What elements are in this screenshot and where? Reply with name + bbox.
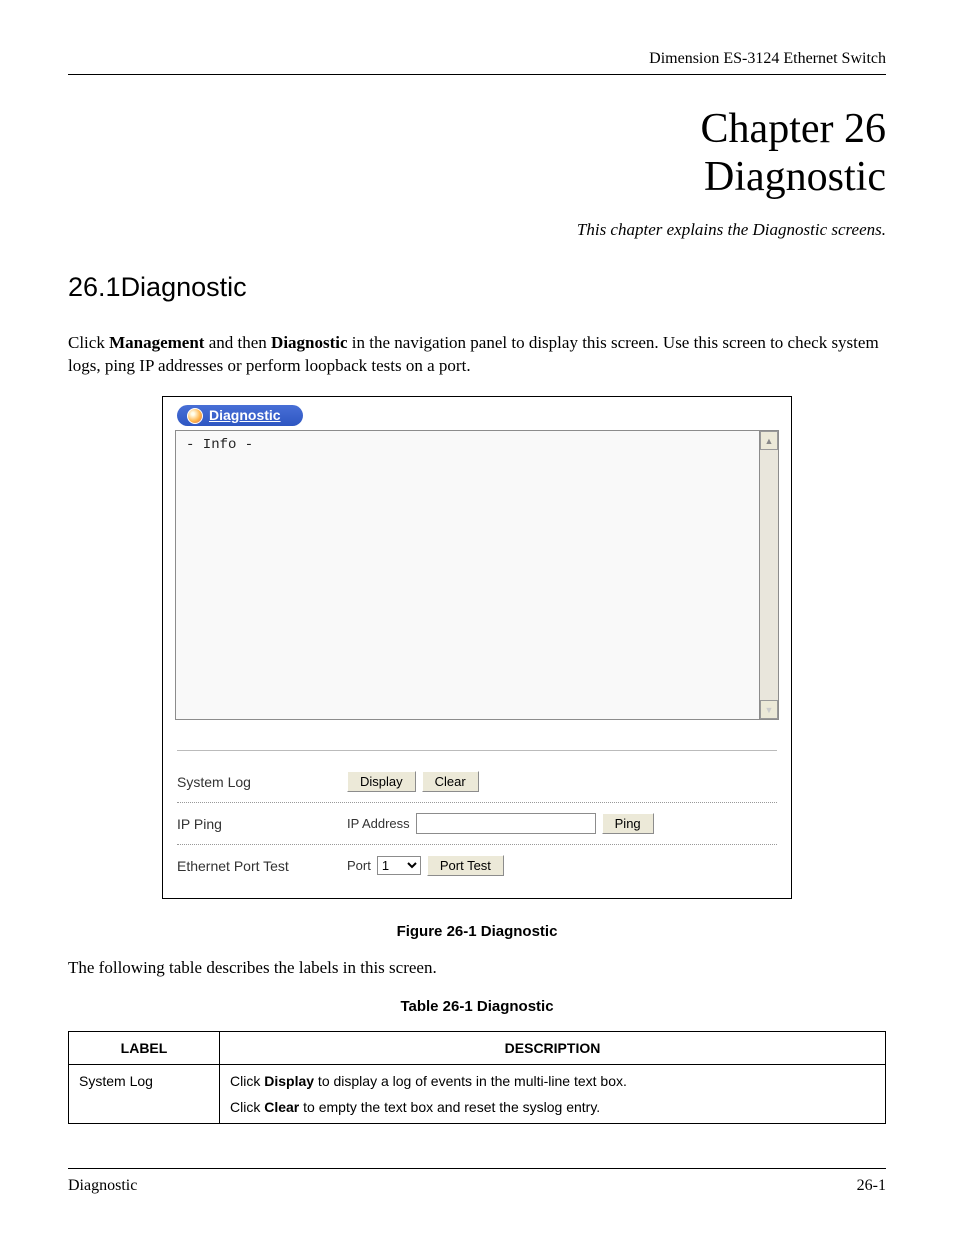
- label-system-log: System Log: [177, 774, 347, 790]
- diagnostic-screenshot: Diagnostic - Info - ▲ ▼ System Log Displ…: [162, 396, 792, 899]
- row-system-log: System Log Display Clear: [177, 761, 777, 803]
- footer-left: Diagnostic: [68, 1177, 137, 1195]
- panel-separator: [177, 750, 777, 751]
- tab-diagnostic[interactable]: Diagnostic: [177, 405, 303, 426]
- ping-button[interactable]: Ping: [602, 813, 654, 834]
- row-port-test: Ethernet Port Test Port 1 Port Test: [177, 845, 777, 886]
- cell-description: Click Display to display a log of events…: [220, 1065, 886, 1124]
- chapter-title: Chapter 26 Diagnostic: [68, 105, 886, 202]
- table-row: System Log Click Display to display a lo…: [69, 1065, 886, 1124]
- display-button[interactable]: Display: [347, 771, 416, 792]
- clear-button[interactable]: Clear: [422, 771, 479, 792]
- table-header-row: LABEL DESCRIPTION: [69, 1032, 886, 1065]
- tab-indicator-icon: [187, 408, 203, 424]
- port-label: Port: [347, 858, 371, 873]
- th-description: DESCRIPTION: [220, 1032, 886, 1065]
- chapter-name: Diagnostic: [704, 154, 886, 200]
- port-select[interactable]: 1: [377, 856, 421, 875]
- label-ip-ping: IP Ping: [177, 816, 347, 832]
- row-ip-ping: IP Ping IP Address Ping: [177, 803, 777, 845]
- running-header: Dimension ES-3124 Ethernet Switch: [68, 50, 886, 75]
- ip-address-label: IP Address: [347, 816, 410, 831]
- figure-caption: Figure 26-1 Diagnostic: [68, 923, 886, 940]
- chapter-intro: This chapter explains the Diagnostic scr…: [68, 220, 886, 240]
- chapter-number: Chapter 26: [701, 106, 886, 152]
- scroll-down-icon[interactable]: ▼: [760, 700, 778, 719]
- ip-address-input[interactable]: [416, 813, 596, 834]
- footer-right: 26-1: [857, 1177, 886, 1195]
- info-text: - Info -: [186, 437, 253, 453]
- tab-bar: Diagnostic: [163, 397, 791, 426]
- description-table: LABEL DESCRIPTION System Log Click Displ…: [68, 1031, 886, 1124]
- scrollbar[interactable]: ▲ ▼: [759, 430, 779, 720]
- table-intro-paragraph: The following table describes the labels…: [68, 956, 886, 980]
- scroll-up-icon[interactable]: ▲: [760, 431, 778, 450]
- section-heading: 26.1Diagnostic: [68, 272, 886, 303]
- th-label: LABEL: [69, 1032, 220, 1065]
- label-port-test: Ethernet Port Test: [177, 858, 347, 874]
- table-caption: Table 26-1 Diagnostic: [68, 998, 886, 1015]
- section-title: Diagnostic: [121, 272, 247, 302]
- page-footer: Diagnostic 26-1: [68, 1168, 886, 1195]
- cell-label: System Log: [69, 1065, 220, 1124]
- intro-paragraph: Click Management and then Diagnostic in …: [68, 331, 886, 379]
- tab-label: Diagnostic: [209, 407, 281, 423]
- info-textarea[interactable]: - Info -: [175, 430, 759, 720]
- section-number: 26.1: [68, 272, 121, 302]
- port-test-button[interactable]: Port Test: [427, 855, 504, 876]
